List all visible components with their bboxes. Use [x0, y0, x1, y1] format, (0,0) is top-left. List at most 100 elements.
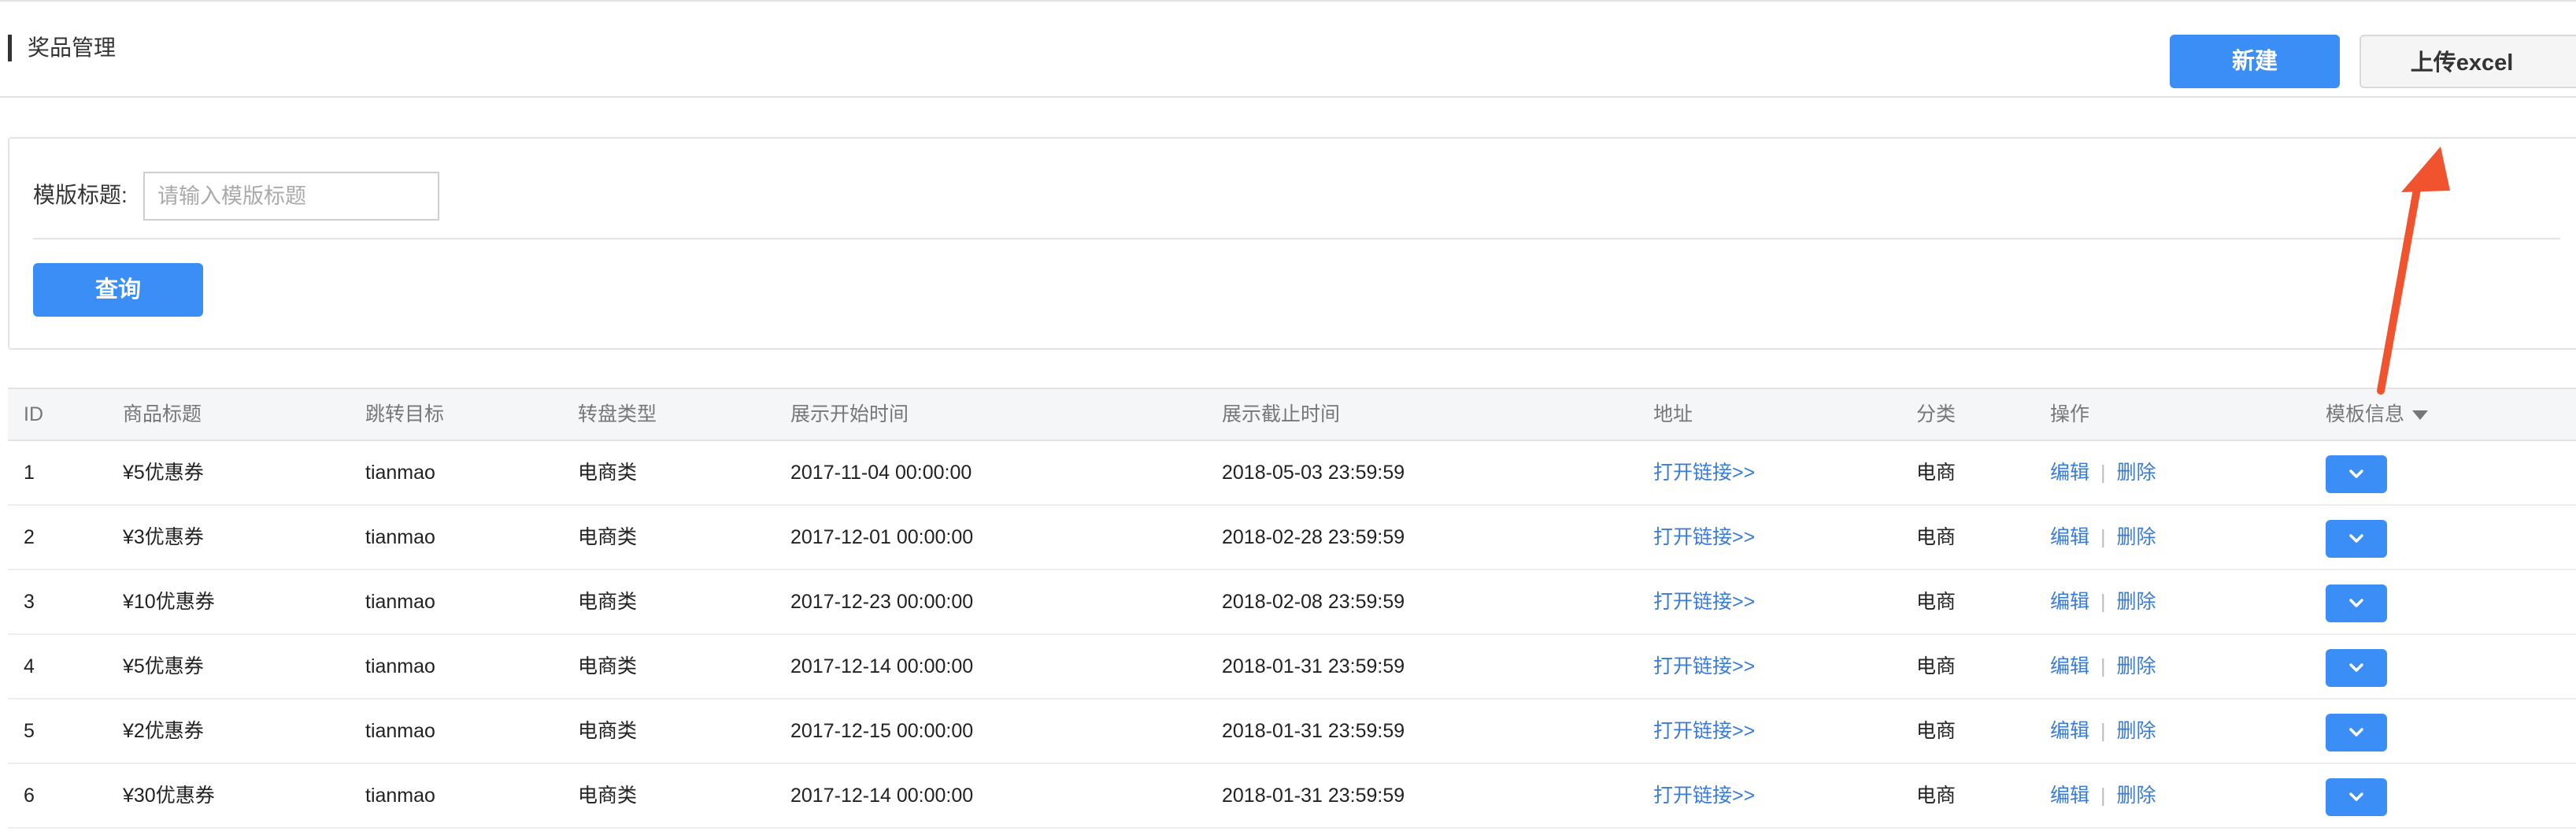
cell-start-time: 2017-12-15 00:00:00: [790, 720, 974, 742]
row-operations: 编辑 | 删除: [2050, 700, 2156, 763]
edit-link[interactable]: 编辑: [2050, 591, 2089, 613]
operation-separator: |: [2100, 526, 2106, 548]
delete-link[interactable]: 删除: [2117, 655, 2156, 677]
edit-link[interactable]: 编辑: [2050, 655, 2089, 677]
cell-category: 电商: [1916, 720, 1956, 742]
page-header: 奖品管理 新建 上传excel: [0, 0, 2576, 98]
open-link[interactable]: 打开链接>>: [1653, 506, 1755, 569]
edit-link[interactable]: 编辑: [2050, 462, 2089, 484]
cell-id: 4: [24, 655, 35, 677]
chevron-down-icon: [2349, 599, 2363, 607]
cell-title: ¥5优惠券: [123, 655, 204, 677]
chevron-down-icon: [2349, 534, 2363, 543]
table-row: 4 ¥5优惠券 tianmao 电商类 2017-12-14 00:00:00 2018-…: [8, 635, 2576, 700]
cell-end-time: 2018-01-31 23:59:59: [1222, 720, 1405, 742]
column-header-address: 地址: [1653, 403, 1693, 425]
cell-category: 电商: [1916, 591, 1956, 613]
operation-separator: |: [2100, 720, 2106, 742]
cell-target: tianmao: [365, 785, 435, 807]
delete-link[interactable]: 删除: [2117, 591, 2156, 613]
operation-separator: |: [2100, 462, 2106, 484]
chevron-down-icon: [2349, 663, 2363, 672]
column-header-end-time: 展示截止时间: [1222, 403, 1341, 425]
row-operations: 编辑 | 删除: [2050, 441, 2156, 504]
table-row: 5 ¥2优惠券 tianmao 电商类 2017-12-15 00:00:00 2018-…: [8, 700, 2576, 764]
cell-start-time: 2017-12-01 00:00:00: [790, 526, 974, 548]
page-title: 奖品管理: [8, 35, 116, 61]
row-operations: 编辑 | 删除: [2050, 570, 2156, 633]
delete-link[interactable]: 删除: [2117, 720, 2156, 742]
delete-link[interactable]: 删除: [2117, 526, 2156, 548]
column-header-id: ID: [24, 403, 43, 425]
operation-separator: |: [2100, 591, 2106, 613]
cell-title: ¥2优惠券: [123, 720, 204, 742]
cell-end-time: 2018-01-31 23:59:59: [1222, 655, 1405, 677]
column-header-start-time: 展示开始时间: [790, 403, 909, 425]
table-row: 3 ¥10优惠券 tianmao 电商类 2017-12-23 00:00:00 2018…: [8, 570, 2576, 635]
expand-template-button[interactable]: [2326, 649, 2387, 687]
open-link[interactable]: 打开链接>>: [1653, 764, 1755, 827]
cell-end-time: 2018-05-03 23:59:59: [1222, 462, 1405, 484]
cell-target: tianmao: [365, 526, 435, 548]
chevron-down-icon: [2349, 469, 2363, 478]
cell-type: 电商类: [578, 785, 638, 807]
template-title-label: 模版标题:: [33, 183, 128, 207]
table-row: 1 ¥5优惠券 tianmao 电商类 2017-11-04 00:00:00 2018-…: [8, 441, 2576, 506]
open-link[interactable]: 打开链接>>: [1653, 441, 1755, 504]
cell-start-time: 2017-12-14 00:00:00: [790, 785, 974, 807]
cell-start-time: 2017-12-23 00:00:00: [790, 591, 974, 613]
column-header-operations: 操作: [2050, 403, 2090, 425]
edit-link[interactable]: 编辑: [2050, 720, 2089, 742]
cell-id: 6: [24, 785, 35, 807]
cell-id: 2: [24, 526, 35, 548]
cell-id: 5: [24, 720, 35, 742]
column-header-category: 分类: [1916, 403, 1956, 425]
cell-start-time: 2017-11-04 00:00:00: [790, 462, 972, 484]
expand-template-button[interactable]: [2326, 455, 2387, 493]
new-button[interactable]: 新建: [2170, 35, 2340, 88]
cell-title: ¥5优惠券: [123, 462, 204, 484]
column-header-type: 转盘类型: [578, 403, 657, 425]
caret-down-icon[interactable]: [2412, 410, 2429, 421]
expand-template-button[interactable]: [2326, 714, 2387, 752]
chevron-down-icon: [2349, 792, 2363, 801]
expand-template-button[interactable]: [2326, 778, 2387, 816]
search-panel: 模版标题: 查询: [8, 137, 2576, 350]
delete-link[interactable]: 删除: [2117, 462, 2156, 484]
open-link[interactable]: 打开链接>>: [1653, 570, 1755, 633]
table-row: 2 ¥3优惠券 tianmao 电商类 2017-12-01 00:00:00 2018-…: [8, 506, 2576, 570]
column-header-target: 跳转目标: [365, 403, 445, 425]
chevron-down-icon: [2349, 728, 2363, 737]
expand-template-button[interactable]: [2326, 520, 2387, 558]
template-info-label: 模板信息: [2326, 403, 2405, 425]
cell-type: 电商类: [578, 526, 638, 548]
cell-target: tianmao: [365, 591, 435, 613]
template-title-input[interactable]: [143, 172, 439, 221]
table-header: ID 商品标题 跳转目标 转盘类型 展示开始时间 展示截止时间 地址 分类 操作…: [8, 388, 2576, 441]
open-link[interactable]: 打开链接>>: [1653, 635, 1755, 698]
upload-excel-button[interactable]: 上传excel: [2359, 35, 2576, 88]
prize-table: ID 商品标题 跳转目标 转盘类型 展示开始时间 展示截止时间 地址 分类 操作…: [8, 388, 2576, 829]
row-operations: 编辑 | 删除: [2050, 506, 2156, 569]
table-body: 1 ¥5优惠券 tianmao 电商类 2017-11-04 00:00:00 2018-…: [8, 441, 2576, 829]
edit-link[interactable]: 编辑: [2050, 526, 2089, 548]
operation-separator: |: [2100, 785, 2106, 807]
cell-target: tianmao: [365, 720, 435, 742]
row-operations: 编辑 | 删除: [2050, 764, 2156, 827]
column-header-template-info[interactable]: 模板信息: [2326, 389, 2429, 440]
edit-link[interactable]: 编辑: [2050, 785, 2089, 807]
cell-end-time: 2018-02-28 23:59:59: [1222, 526, 1405, 548]
delete-link[interactable]: 删除: [2117, 785, 2156, 807]
query-button[interactable]: 查询: [33, 263, 203, 317]
row-operations: 编辑 | 删除: [2050, 635, 2156, 698]
cell-start-time: 2017-12-14 00:00:00: [790, 655, 974, 677]
cell-end-time: 2018-02-08 23:59:59: [1222, 591, 1405, 613]
cell-category: 电商: [1916, 526, 1956, 548]
column-header-title: 商品标题: [123, 403, 202, 425]
prize-management-page: 奖品管理 新建 上传excel 模版标题: 查询 ID 商品标题 跳转目标 转盘…: [0, 0, 2576, 835]
cell-category: 电商: [1916, 462, 1956, 484]
expand-template-button[interactable]: [2326, 584, 2387, 622]
panel-divider: [33, 238, 2560, 239]
open-link[interactable]: 打开链接>>: [1653, 700, 1755, 763]
cell-type: 电商类: [578, 655, 638, 677]
